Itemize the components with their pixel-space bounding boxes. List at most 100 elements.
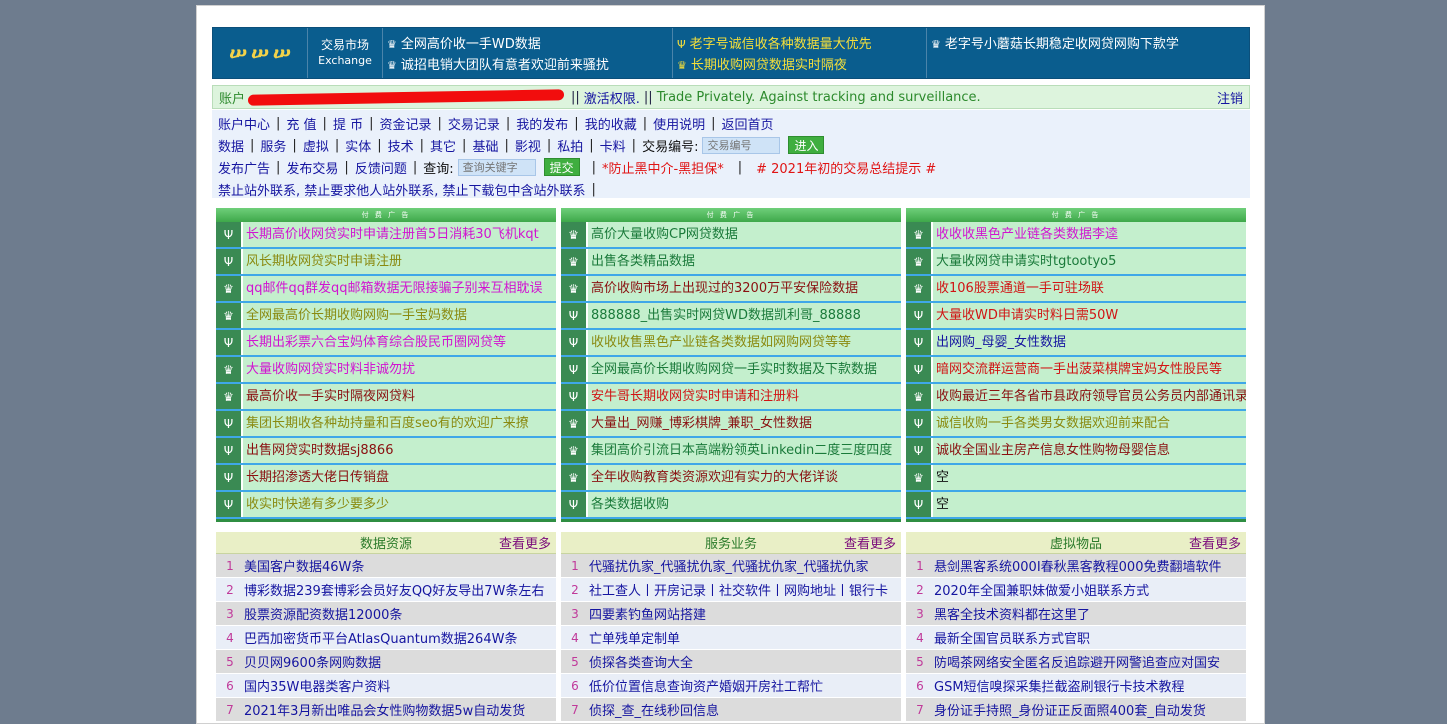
trade-no-label: 交易编号: bbox=[642, 139, 699, 155]
action-link[interactable]: 发布广告 bbox=[218, 158, 270, 177]
ad-row[interactable]: ♛ 收购最近三年各省市县政府领导官员公务员内部通讯录 bbox=[906, 384, 1246, 411]
ad-row[interactable]: ♛ 出售各类精品数据 bbox=[561, 249, 901, 276]
ad-row[interactable]: ♛ 高价大量收购CP网贷数据 bbox=[561, 222, 901, 249]
category-link[interactable]: 数据 bbox=[218, 136, 244, 155]
banner-link[interactable]: ♛ 诚招电销大团队有意者欢迎前来骚扰 bbox=[387, 54, 668, 73]
banner-link[interactable]: ♛ 老字号小蘑菇长期稳定收网贷网购下款学 bbox=[931, 33, 1245, 52]
category-link[interactable]: 私拍 bbox=[557, 136, 583, 155]
category-link[interactable]: 基础 bbox=[472, 136, 498, 155]
ad-text: 暗网交流群运营商一手出菠菜棋牌宝妈女性股民等 bbox=[936, 362, 1223, 377]
list-item[interactable]: 5 侦探各类查询大全 bbox=[561, 650, 901, 674]
ad-row[interactable]: Ψ 出售网贷实时数据sj8866 bbox=[216, 438, 556, 465]
banner-link[interactable]: ♛ 全网高价收一手WD数据 bbox=[387, 33, 668, 52]
category-link[interactable]: 卡料 bbox=[600, 136, 626, 155]
ad-row[interactable]: Ψ 安牛哥长期收网贷实时申请和注册料 bbox=[561, 384, 901, 411]
category-link[interactable]: 虚拟 bbox=[303, 136, 329, 155]
list-item[interactable]: 6 国内35W电器类客户资料 bbox=[216, 674, 556, 698]
ad-row[interactable]: Ψ 大量收WD申请实时料日需50W bbox=[906, 303, 1246, 330]
view-more-link[interactable]: 查看更多 bbox=[499, 533, 551, 552]
rules-notice[interactable]: 禁止站外联系, 禁止要求他人站外联系, 禁止下载包中含站外联系 bbox=[218, 180, 586, 199]
nav-link[interactable]: 充 值 bbox=[286, 114, 316, 133]
site-logo[interactable]: ሠ ሠ ሠ bbox=[213, 28, 308, 78]
category-link[interactable]: 服务 bbox=[260, 136, 286, 155]
ad-row[interactable]: Ψ 长期出彩票六合宝妈体育综合股民币圈网贷等 bbox=[216, 330, 556, 357]
list-item[interactable]: 6 低价位置信息查询资产婚姻开房社工帮忙 bbox=[561, 674, 901, 698]
list-item[interactable]: 1 代骚扰仇家_代骚扰仇家_代骚扰仇家_代骚扰仇家 bbox=[561, 554, 901, 578]
list-item[interactable]: 6 GSM短信嗅探采集拦截盗刷银行卡技术教程 bbox=[906, 674, 1246, 698]
category-link[interactable]: 其它 bbox=[430, 136, 456, 155]
ad-row[interactable]: Ψ 集团长期收各种劫持量和百度seo有的欢迎广来撩 bbox=[216, 411, 556, 438]
nav-link[interactable]: 提 币 bbox=[333, 114, 363, 133]
banner-link[interactable]: Ψ 老字号诚信收各种数据量大优先 bbox=[677, 33, 922, 52]
brand-block[interactable]: 交易市场 Exchange bbox=[308, 28, 383, 78]
list-item[interactable]: 4 巴西加密货币平台AtlasQuantum数据264W条 bbox=[216, 626, 556, 650]
nav-link[interactable]: 账户中心 bbox=[218, 114, 270, 133]
category-link[interactable]: 实体 bbox=[345, 136, 371, 155]
view-more-link[interactable]: 查看更多 bbox=[844, 533, 896, 552]
list-item[interactable]: 3 黑客全技术资料都在这里了 bbox=[906, 602, 1246, 626]
submit-button[interactable]: 提交 bbox=[543, 158, 580, 176]
ad-row[interactable]: ♛ 最高价收一手实时隔夜网贷料 bbox=[216, 384, 556, 411]
nav-link[interactable]: 我的发布 bbox=[516, 114, 568, 133]
ad-row[interactable]: ♛ qq邮件qq群发qq邮箱数据无限接骗子别来互相耽误 bbox=[216, 276, 556, 303]
trade-no-input[interactable] bbox=[702, 136, 781, 154]
ad-row[interactable]: ♛ 高价收购市场上出现过的3200万平安保险数据 bbox=[561, 276, 901, 303]
ad-row[interactable]: Ψ 诚收全国业主房产信息女性购物母婴信息 bbox=[906, 438, 1246, 465]
ad-row[interactable]: Ψ 收收收售黑色产业链各类数据如网购网贷等等 bbox=[561, 330, 901, 357]
list-item[interactable]: 4 最新全国官员联系方式官职 bbox=[906, 626, 1246, 650]
ad-row[interactable]: Ψ 出网购_母婴_女性数据 bbox=[906, 330, 1246, 357]
warning-link[interactable]: *防止黑中介-黑担保* bbox=[602, 158, 724, 177]
ad-row[interactable]: ♛ 全网最高价长期收购网购一手宝妈数据 bbox=[216, 303, 556, 330]
list-item[interactable]: 1 悬剑黑客系统000I春秋黑客教程000免费翻墙软件 bbox=[906, 554, 1246, 578]
view-more-link[interactable]: 查看更多 bbox=[1189, 533, 1241, 552]
summary-link[interactable]: # 2021年初的交易总结提示 # bbox=[756, 158, 936, 177]
nav-link[interactable]: 返回首页 bbox=[722, 114, 774, 133]
ad-row[interactable]: Ψ空 bbox=[906, 492, 1246, 519]
list-item[interactable]: 3 四要素钓鱼网站搭建 bbox=[561, 602, 901, 626]
ad-row[interactable]: Ψ 长期高价收网贷实时申请注册首5日消耗30飞机kqt bbox=[216, 222, 556, 249]
list-item[interactable]: 7 侦探_查_在线秒回信息 bbox=[561, 698, 901, 722]
ad-row[interactable]: Ψ 暗网交流群运营商一手出菠菜棋牌宝妈女性股民等 bbox=[906, 357, 1246, 384]
list-item[interactable]: 1 美国客户数据46W条 bbox=[216, 554, 556, 578]
ad-row[interactable]: ♛ 大量收网贷申请实时tgtootyo5 bbox=[906, 249, 1246, 276]
nav-link[interactable]: 使用说明 bbox=[653, 114, 705, 133]
list-item-title: 侦探_查_在线秒回信息 bbox=[589, 704, 720, 719]
activate-link[interactable]: 激活权限. bbox=[584, 88, 640, 107]
nav-link[interactable]: 我的收藏 bbox=[585, 114, 637, 133]
action-link[interactable]: 发布交易 bbox=[286, 158, 338, 177]
crown-icon: ♛ bbox=[561, 276, 588, 301]
ad-row[interactable]: ♛ 收106股票通道一手可驻场联 bbox=[906, 276, 1246, 303]
ad-row[interactable]: Ψ 各类数据收购 bbox=[561, 492, 901, 519]
nav-link[interactable]: 资金记录 bbox=[379, 114, 431, 133]
ad-row[interactable]: Ψ 风长期收网贷实时申请注册 bbox=[216, 249, 556, 276]
list-item[interactable]: 7 2021年3月新出唯品会女性购物数据5w自动发货 bbox=[216, 698, 556, 722]
action-link[interactable]: 反馈问题 bbox=[355, 158, 407, 177]
ad-row[interactable]: Ψ 全网最高价长期收购网贷一手实时数据及下款数据 bbox=[561, 357, 901, 384]
ad-row[interactable]: Ψ 长期招渗透大佬日传销盘 bbox=[216, 465, 556, 492]
ad-row[interactable]: ♛ 大量出_网赚_博彩棋牌_兼职_女性数据 bbox=[561, 411, 901, 438]
list-item-index: 2 bbox=[916, 582, 924, 597]
ad-row[interactable]: ♛ 集团高价引流日本高端粉领英Linkedin二度三度四度 bbox=[561, 438, 901, 465]
ad-row[interactable]: ♛ 大量收购网贷实时料非诚勿扰 bbox=[216, 357, 556, 384]
ad-row[interactable]: Ψ 诚信收购一手各类男女数据欢迎前来配合 bbox=[906, 411, 1246, 438]
list-item[interactable]: 4 亡单残单定制单 bbox=[561, 626, 901, 650]
category-link[interactable]: 技术 bbox=[388, 136, 414, 155]
ad-row[interactable]: ♛ 空 bbox=[906, 465, 1246, 492]
ad-row[interactable]: ♛ 全年收购教育类资源欢迎有实力的大佬详谈 bbox=[561, 465, 901, 492]
enter-button[interactable]: 进入 bbox=[788, 136, 825, 154]
list-item[interactable]: 7 身份证手持照_身份证正反面照400套_自动发货 bbox=[906, 698, 1246, 722]
list-item[interactable]: 5 防喝茶网络安全匿名反追踪避开网警追查应对国安 bbox=[906, 650, 1246, 674]
banner-link[interactable]: ♛ 长期收购网贷数据实时隔夜 bbox=[677, 54, 922, 73]
list-item[interactable]: 2 2020年全国兼职妹做爱小姐联系方式 bbox=[906, 578, 1246, 602]
ad-row[interactable]: ♛ 收收收黑色产业链各类数据李逵 bbox=[906, 222, 1246, 249]
ad-row[interactable]: Ψ 收实时快递有多少要多少 bbox=[216, 492, 556, 519]
logout-link[interactable]: 注销 bbox=[1217, 88, 1243, 107]
ad-row[interactable]: Ψ 888888_出售实时网贷WD数据凯利哥_88888 bbox=[561, 303, 901, 330]
nav-link[interactable]: 交易记录 bbox=[448, 114, 500, 133]
search-input[interactable] bbox=[457, 158, 536, 176]
list-item[interactable]: 2 社工查人丨开房记录丨社交软件丨网购地址丨银行卡 bbox=[561, 578, 901, 602]
list-item[interactable]: 5 贝贝网9600条网购数据 bbox=[216, 650, 556, 674]
list-item[interactable]: 2 博彩数据239套博彩会员好友QQ好友导出7W条左右 bbox=[216, 578, 556, 602]
category-link[interactable]: 影视 bbox=[515, 136, 541, 155]
list-item[interactable]: 3 股票资源配资数据12000条 bbox=[216, 602, 556, 626]
